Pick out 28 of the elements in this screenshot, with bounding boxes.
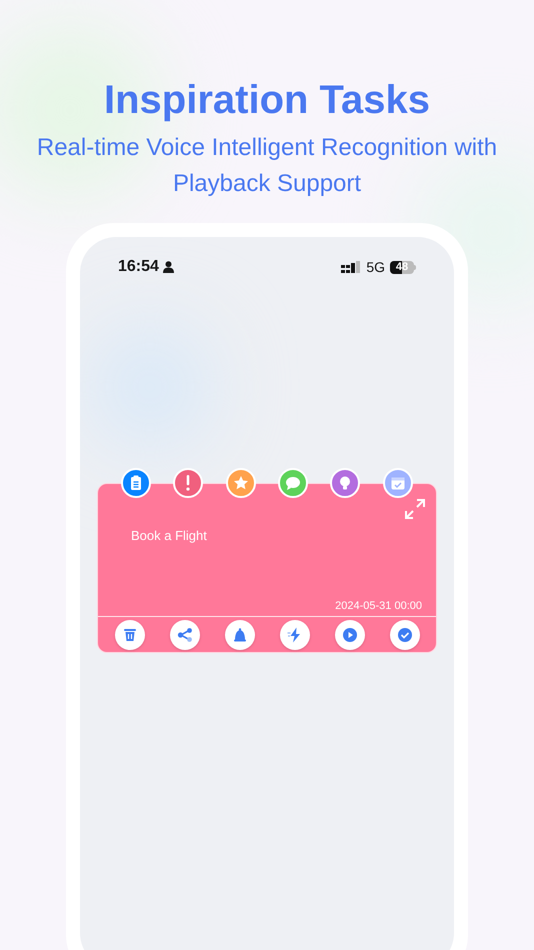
action-button[interactable] [280,620,310,650]
action-button[interactable] [170,620,200,650]
category-button[interactable] [382,468,413,498]
category-button[interactable] [278,468,308,498]
category-button[interactable] [226,468,256,498]
task-date: 2024-05-31 00:00 [335,599,422,614]
chat-bubble-icon [284,474,302,492]
action-button[interactable] [114,620,144,650]
expand-icon[interactable] [404,498,426,520]
category-button[interactable] [330,468,360,498]
status-time: 16:54 [118,257,159,277]
task-text: Book a Flight [131,527,207,545]
battery-icon: 48 [390,260,416,274]
star-icon [232,474,250,492]
checkmark-icon [396,626,414,644]
subtitle: Real-time Voice Intelligent Recognition with Playback Support [36,133,498,199]
action-button[interactable] [390,620,420,650]
exclamation-icon [186,475,190,491]
play-icon [340,626,358,644]
signal-icon [341,261,362,273]
category-button[interactable] [121,468,152,498]
network-type: 5G [366,258,385,276]
action-button[interactable] [224,620,254,650]
action-button[interactable] [334,620,364,650]
category-button[interactable] [173,468,204,498]
headline: Inspiration Tasks [104,77,430,124]
person-icon [162,261,174,273]
share-icon [176,626,194,644]
